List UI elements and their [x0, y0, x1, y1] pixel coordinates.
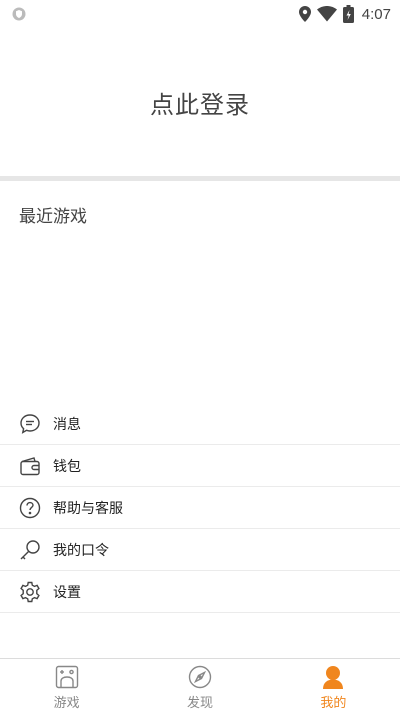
status-bar: 4:07: [0, 0, 400, 28]
menu-item-label: 设置: [53, 584, 81, 601]
game-icon: [55, 665, 79, 689]
compass-icon: [188, 665, 212, 689]
menu-item-label: 消息: [53, 416, 81, 433]
help-icon: [19, 497, 41, 519]
tab-label: 游戏: [53, 696, 80, 711]
settings-icon: [19, 581, 41, 603]
menu-item-label: 帮助与客服: [53, 500, 123, 517]
wallet-icon: [19, 455, 41, 477]
tab-label: 我的: [320, 696, 347, 711]
login-area[interactable]: 点此登录: [0, 28, 400, 176]
profile-icon: [321, 665, 345, 689]
location-icon: [298, 6, 311, 22]
tab-games[interactable]: 游戏: [0, 659, 133, 712]
bottom-tab-bar: 游戏 发现 我的: [0, 658, 400, 712]
shield-icon: [12, 7, 26, 21]
menu-item-password[interactable]: 我的口令: [0, 529, 400, 571]
recent-games-title: 最近游戏: [19, 207, 87, 227]
menu-item-settings[interactable]: 设置: [0, 571, 400, 613]
menu-item-help[interactable]: 帮助与客服: [0, 487, 400, 529]
menu-item-wallet[interactable]: 钱包: [0, 445, 400, 487]
menu-item-label: 我的口令: [53, 542, 109, 559]
menu-item-messages[interactable]: 消息: [0, 403, 400, 445]
key-icon: [19, 539, 41, 561]
wifi-icon: [316, 6, 337, 22]
login-link[interactable]: 点此登录: [150, 85, 250, 120]
status-time: 4:07: [361, 5, 391, 23]
section-divider: [0, 176, 400, 181]
message-icon: [19, 413, 41, 435]
tab-label: 发现: [186, 696, 213, 711]
settings-menu: 消息 钱包 帮助与客服 我的口令 设置: [0, 403, 400, 613]
tab-discover[interactable]: 发现: [133, 659, 266, 712]
tab-profile[interactable]: 我的: [267, 659, 400, 712]
battery-icon: [342, 5, 354, 23]
menu-item-label: 钱包: [53, 458, 81, 475]
